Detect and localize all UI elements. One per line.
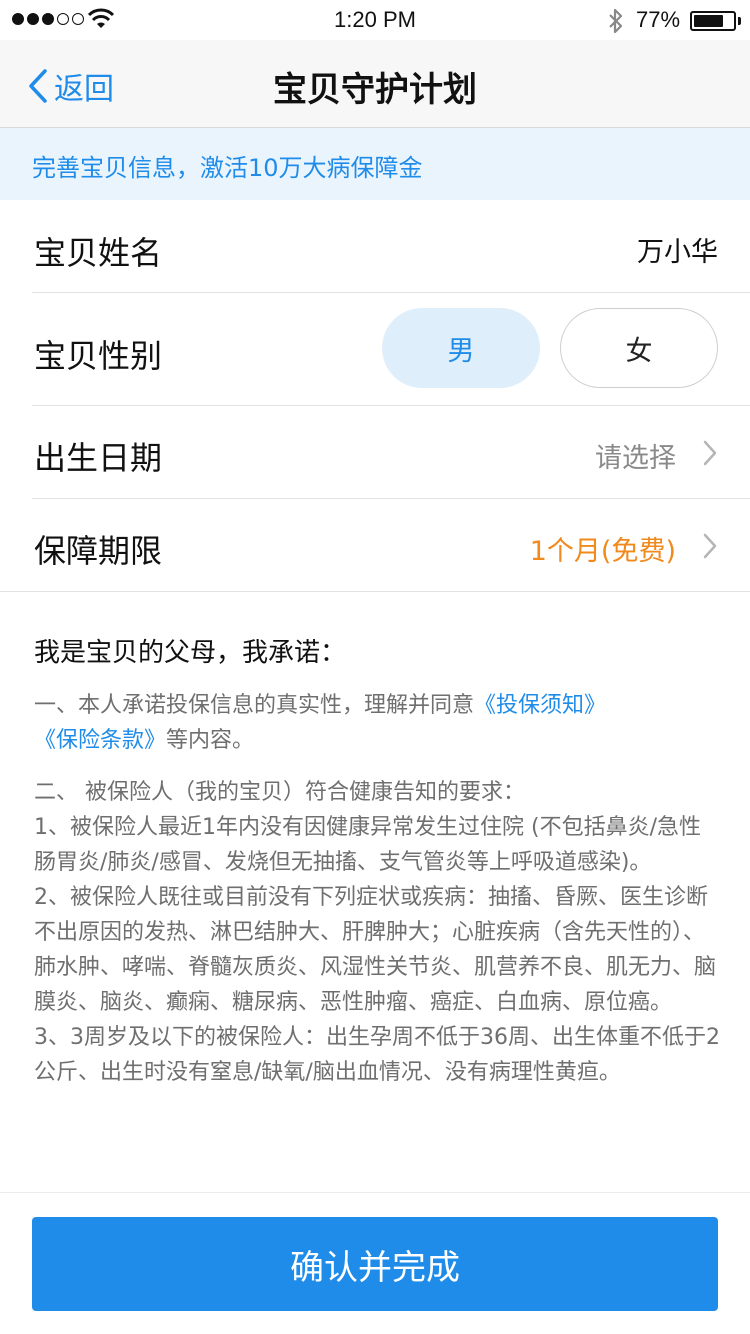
chevron-right-icon (703, 440, 717, 466)
banner-text: 完善宝贝信息，激活10万大病保障金 (32, 154, 423, 182)
clause-2-item-3: 3、3周岁及以下的被保险人：出生孕周不低于36周、出生体重不低于2公斤、出生时没… (34, 1025, 720, 1085)
gender-row: 宝贝性别 男 女 (0, 293, 750, 406)
insurance-notice-link[interactable]: 《投保须知》 (474, 693, 606, 718)
info-banner: 完善宝贝信息，激活10万大病保障金 (0, 128, 750, 200)
insurance-terms-link[interactable]: 《保险条款》 (34, 728, 166, 753)
footer-bar: 确认并完成 (0, 1192, 750, 1334)
clause-2-item-2: 2、被保险人既往或目前没有下列症状或疾病：抽搐、昏厥、医生诊断不出原因的发热、淋… (34, 885, 717, 1015)
gender-female-button[interactable]: 女 (560, 308, 718, 388)
name-row[interactable]: 宝贝姓名 万小华 (0, 200, 750, 293)
name-value[interactable]: 万小华 (637, 230, 718, 269)
agreement-clause-1: 一、本人承诺投保信息的真实性，理解并同意《投保须知》《保险条款》等内容。 (34, 688, 720, 758)
chevron-right-icon (703, 533, 717, 559)
coverage-period-value: 1个月(免费) (529, 536, 676, 567)
clause-2-heading: 二、 被保险人（我的宝贝）符合健康告知的要求： (34, 780, 525, 805)
status-bar: 1:20 PM 77% (0, 0, 750, 40)
section-divider (0, 591, 750, 592)
battery-icon (690, 11, 736, 31)
clause-1-text: 一、本人承诺投保信息的真实性，理解并同意 (34, 693, 475, 718)
birth-date-label: 出生日期 (34, 439, 163, 477)
birth-date-value: 请选择 (595, 443, 676, 474)
battery-percent: 77% (636, 7, 681, 32)
name-label: 宝贝姓名 (34, 234, 163, 272)
page-title: 宝贝守护计划 (273, 70, 477, 110)
gender-label: 宝贝性别 (34, 337, 163, 375)
gender-male-button[interactable]: 男 (382, 308, 540, 388)
nav-bar: 返回 宝贝守护计划 (0, 40, 750, 128)
clause-1-suffix: 等内容。 (166, 728, 255, 753)
clause-2-item-1: 1、被保险人最近1年内没有因健康异常发生过住院 (不包括鼻炎/急性肠胃炎/肺炎/… (34, 815, 701, 875)
bluetooth-icon (609, 8, 623, 34)
battery-cap (738, 17, 741, 25)
agreement-clause-2: 二、 被保险人（我的宝贝）符合健康告知的要求： 1、被保险人最近1年内没有因健康… (34, 775, 720, 1090)
birth-date-row[interactable]: 出生日期 请选择 (0, 406, 750, 499)
confirm-button[interactable]: 确认并完成 (32, 1217, 718, 1311)
coverage-period-label: 保障期限 (34, 532, 163, 570)
coverage-period-row[interactable]: 保障期限 1个月(免费) (0, 499, 750, 592)
agreement-title: 我是宝贝的父母，我承诺： (34, 638, 347, 668)
